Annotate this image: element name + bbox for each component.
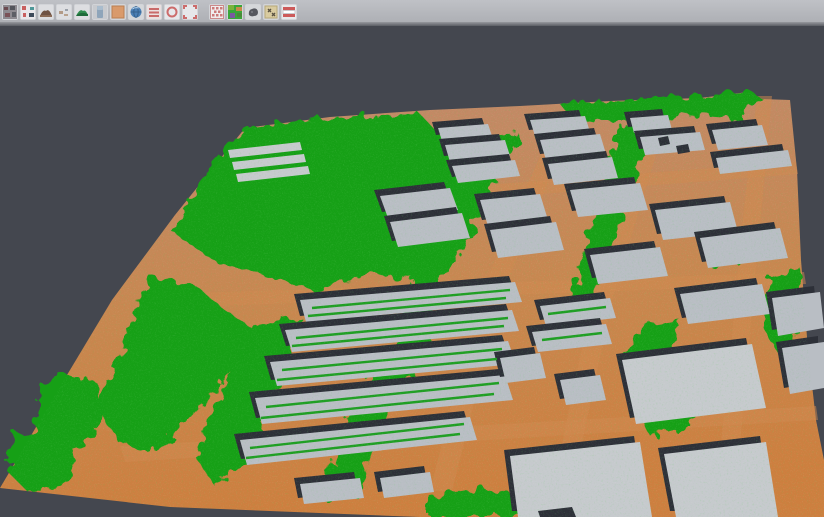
terrain-model-icon[interactable] xyxy=(37,3,55,21)
green-point-noise xyxy=(0,26,824,517)
side-panel-icon[interactable] xyxy=(91,3,109,21)
icon-tile xyxy=(92,4,108,20)
pick-center-icon[interactable] xyxy=(163,3,181,21)
measurement-icon[interactable] xyxy=(280,3,298,21)
icon-tile xyxy=(56,4,72,20)
clip-box-icon[interactable] xyxy=(208,3,226,21)
dem-surface-icon[interactable] xyxy=(73,3,91,21)
icon-tile xyxy=(110,4,126,20)
icon-tile xyxy=(2,4,18,20)
icon-tile xyxy=(146,4,162,20)
icon-tile xyxy=(20,4,36,20)
icon-tile xyxy=(38,4,54,20)
orthophoto-icon[interactable] xyxy=(109,3,127,21)
profile-tool-icon[interactable] xyxy=(145,3,163,21)
point-speckle-overlay xyxy=(0,26,824,517)
main-toolbar xyxy=(0,0,824,22)
point-cloud-scene[interactable] xyxy=(0,26,824,517)
icon-tile xyxy=(182,4,198,20)
viewport[interactable] xyxy=(0,26,824,517)
icon-tile xyxy=(128,4,144,20)
mesh-view-icon[interactable] xyxy=(244,3,262,21)
icon-tile xyxy=(263,4,279,20)
icon-tile xyxy=(281,4,297,20)
icon-tile xyxy=(227,4,243,20)
icon-tile xyxy=(245,4,261,20)
annotations-icon[interactable] xyxy=(262,3,280,21)
classification-view-icon[interactable] xyxy=(226,3,244,21)
icon-tile xyxy=(164,4,180,20)
sparse-points-icon[interactable] xyxy=(55,3,73,21)
icon-tile xyxy=(209,4,225,20)
globe-view-icon[interactable] xyxy=(127,3,145,21)
icon-tile xyxy=(74,4,90,20)
dataset-thumbnail-icon[interactable] xyxy=(1,3,19,21)
zoom-extent-icon[interactable] xyxy=(181,3,199,21)
import-points-icon[interactable] xyxy=(19,3,37,21)
